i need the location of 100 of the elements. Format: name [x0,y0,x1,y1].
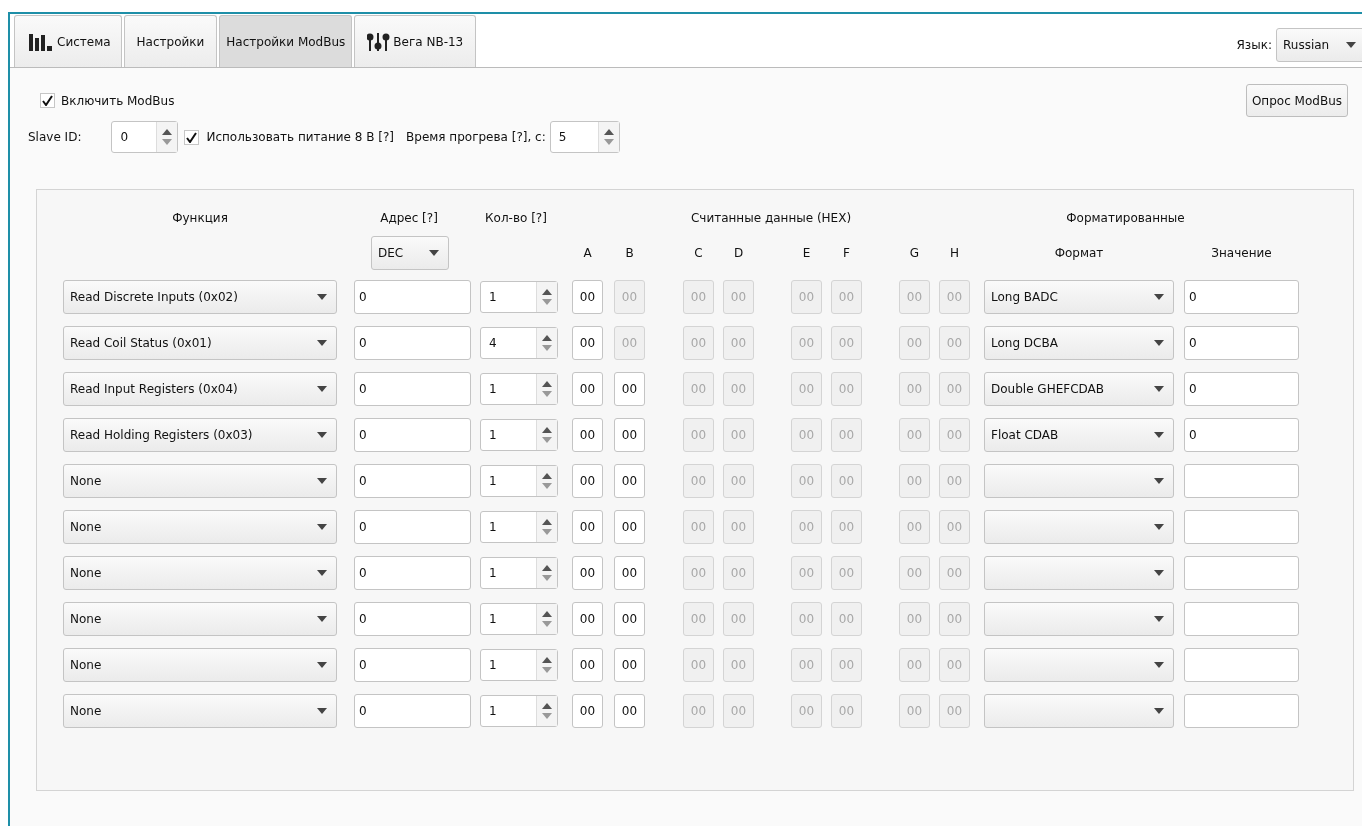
address-field[interactable]: 0 [354,510,471,544]
address-field[interactable]: 0 [354,280,471,314]
function-dropdown[interactable]: Read Coil Status (0x01) [63,326,337,360]
address-field[interactable]: 0 [354,326,471,360]
count-spinbox[interactable]: 1 [480,649,558,681]
column-header: Кол-во [?] [484,211,548,225]
format-dropdown[interactable] [984,556,1174,590]
address-field[interactable]: 0 [354,418,471,452]
column-header: Формат [1053,246,1105,260]
value-field[interactable] [1184,694,1299,728]
function-dropdown[interactable]: None [63,464,337,498]
column-header: E [801,246,812,260]
function-dropdown[interactable]: None [63,602,337,636]
byte-field[interactable]: 00 [614,556,645,590]
byte-field[interactable]: 00 [572,326,603,360]
count-spinbox[interactable]: 1 [480,281,558,313]
slave-id-label: Slave ID: [28,130,82,144]
count-spinbox[interactable]: 1 [480,511,558,543]
byte-field[interactable]: 00 [572,556,603,590]
format-dropdown[interactable] [984,464,1174,498]
column-header: D [732,246,745,260]
checkbox[interactable] [184,129,200,145]
function-dropdown[interactable]: None [63,648,337,682]
format-dropdown[interactable]: Long DCBA [984,326,1174,360]
tab[interactable]: Настройки [123,15,218,67]
count-spinbox[interactable]: 4 [480,327,558,359]
value-field[interactable]: 0 [1184,326,1299,360]
count-spinbox[interactable]: 1 [480,419,558,451]
checkbox[interactable] [40,93,55,108]
column-header: Считанные данные (HEX) [689,211,853,225]
address-field[interactable]: 0 [354,372,471,406]
column-header: A [582,246,593,260]
column-header: H [949,246,960,260]
byte-field[interactable]: 00 [614,418,645,452]
byte-field[interactable]: 00 [572,280,603,314]
address-field[interactable]: 0 [354,694,471,728]
byte-field[interactable]: 00 [572,602,603,636]
value-field[interactable]: 0 [1184,418,1299,452]
byte-field[interactable]: 00 [572,418,603,452]
column-header: Форматированные [1065,211,1186,225]
value-field[interactable] [1184,648,1299,682]
language-label: Язык: [1236,37,1272,52]
column-header: G [908,246,921,260]
function-dropdown[interactable]: None [63,510,337,544]
function-dropdown[interactable]: Read Holding Registers (0x03) [63,418,337,452]
bar-chart-icon [29,32,55,51]
byte-field[interactable]: 00 [614,372,645,406]
value-field[interactable]: 0 [1184,280,1299,314]
warmup-spinbox[interactable]: 5 [549,121,620,153]
format-dropdown[interactable] [984,694,1174,728]
byte-field[interactable]: 00 [614,602,645,636]
checkbox-label: Использовать питание 8 В [?] [206,130,395,144]
function-dropdown[interactable]: None [63,694,337,728]
address-field[interactable]: 0 [354,602,471,636]
format-dropdown[interactable] [984,510,1174,544]
count-spinbox[interactable]: 1 [480,603,558,635]
address-field[interactable]: 0 [354,556,471,590]
count-spinbox[interactable]: 1 [480,373,558,405]
byte-field[interactable]: 00 [614,510,645,544]
tab[interactable]: Настройки ModBus [219,15,353,67]
checkbox-label: Включить ModBus [61,93,175,108]
byte-field[interactable]: 00 [572,372,603,406]
column-header: Функция [171,211,229,225]
column-header: B [624,246,635,260]
sliders-icon [367,31,392,52]
value-field[interactable] [1184,556,1299,590]
column-header: Адрес [?] [379,211,439,225]
column-header: C [693,246,704,260]
format-dropdown[interactable]: Long BADC [984,280,1174,314]
language-dropdown[interactable]: Russian [1276,27,1362,62]
slave-id-spinbox[interactable]: 0 [111,121,179,153]
value-field[interactable] [1184,602,1299,636]
function-dropdown[interactable]: None [63,556,337,590]
byte-field[interactable]: 00 [572,464,603,498]
count-spinbox[interactable]: 1 [480,557,558,589]
poll-button[interactable]: Опрос ModBus [1245,84,1348,117]
tab[interactable]: Вега NB-13 [354,15,477,67]
function-dropdown[interactable]: Read Discrete Inputs (0x02) [63,280,337,314]
format-dropdown[interactable]: Float CDAB [984,418,1174,452]
byte-field[interactable]: 00 [614,648,645,682]
count-spinbox[interactable]: 1 [480,695,558,727]
tab[interactable]: Система [14,15,122,67]
address-mode-dropdown[interactable]: DEC [371,236,449,270]
value-field[interactable] [1184,464,1299,498]
count-spinbox[interactable]: 1 [480,465,558,497]
byte-field[interactable]: 00 [614,694,645,728]
value-field[interactable]: 0 [1184,372,1299,406]
byte-field[interactable]: 00 [572,694,603,728]
byte-field[interactable]: 00 [572,510,603,544]
byte-field[interactable]: 00 [572,648,603,682]
byte-field[interactable]: 00 [614,464,645,498]
format-dropdown[interactable] [984,648,1174,682]
value-field[interactable] [1184,510,1299,544]
column-header: F [842,246,851,260]
address-field[interactable]: 0 [354,648,471,682]
column-header: Значение [1210,246,1273,260]
address-field[interactable]: 0 [354,464,471,498]
function-dropdown[interactable]: Read Input Registers (0x04) [63,372,337,406]
format-dropdown[interactable]: Double GHEFCDAB [984,372,1174,406]
format-dropdown[interactable] [984,602,1174,636]
